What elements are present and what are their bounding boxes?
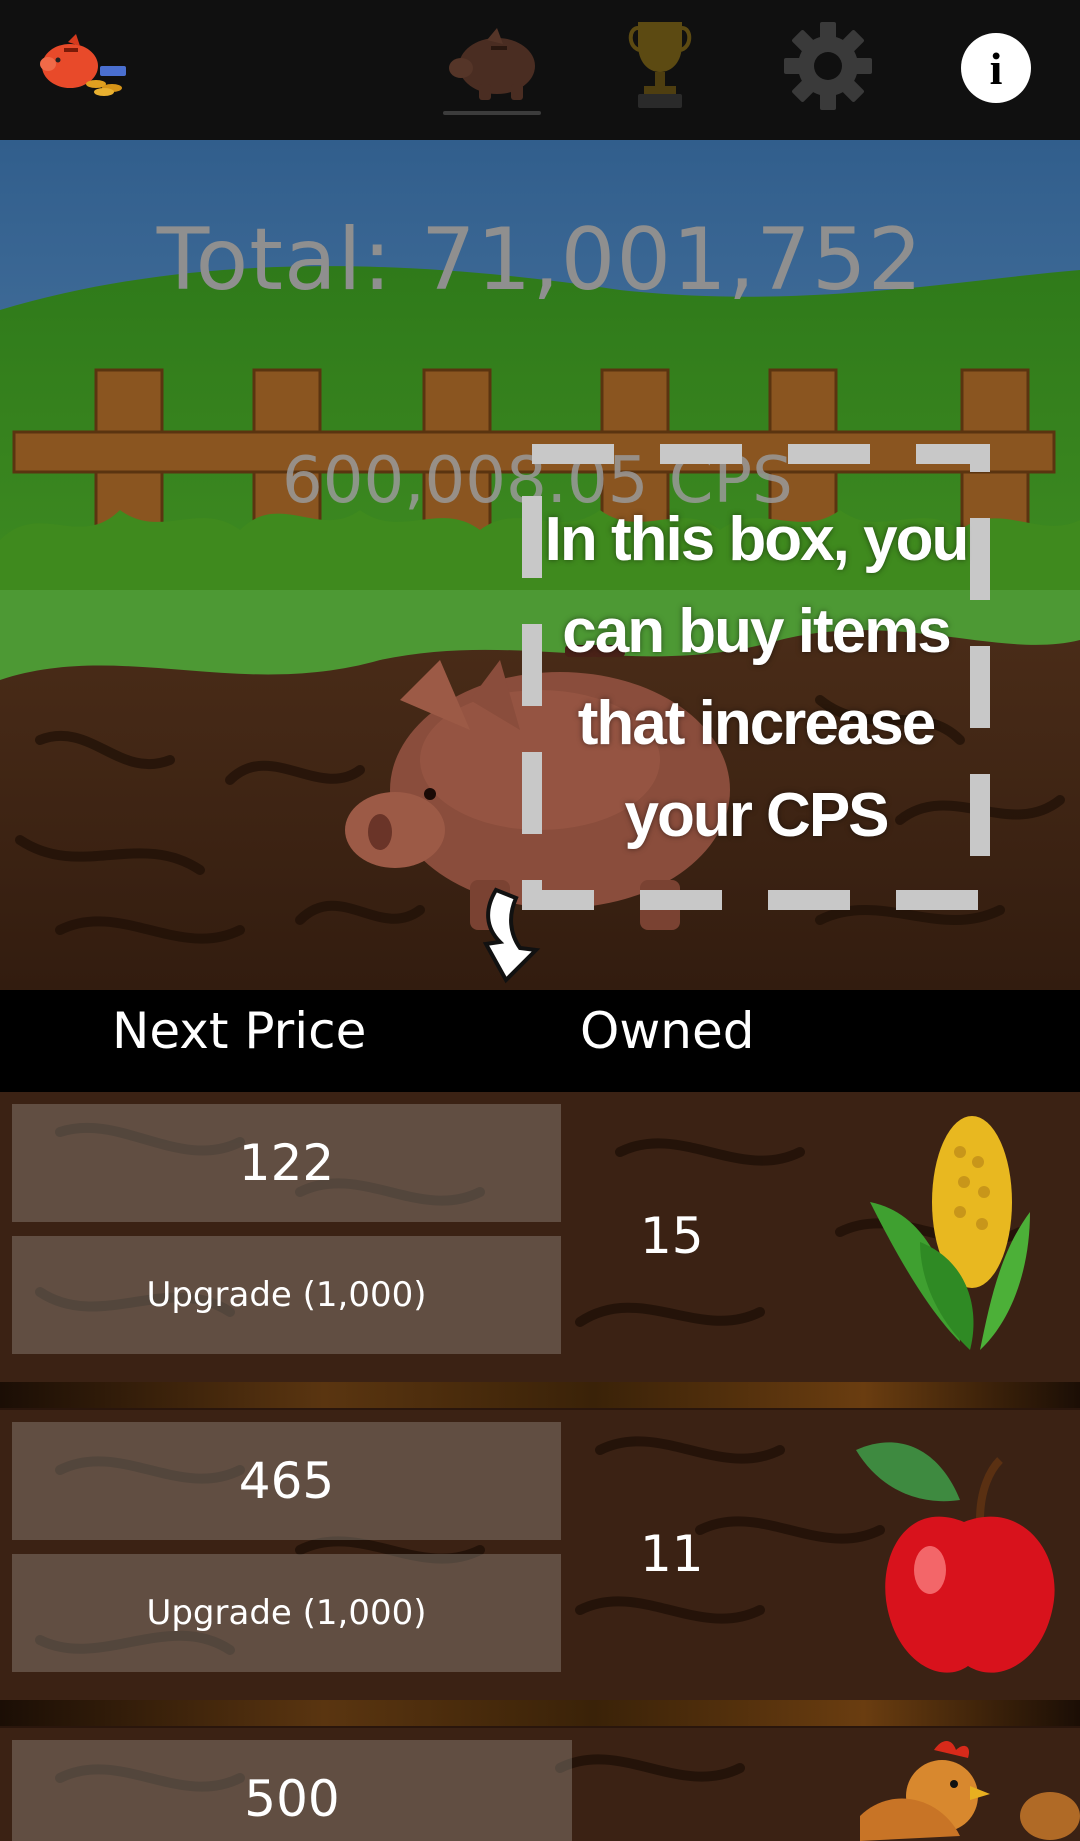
tutorial-line: In this box, you xyxy=(544,505,970,574)
apple-icon xyxy=(850,1430,1070,1684)
upgrade-corn-button[interactable]: Upgrade (1,000) xyxy=(12,1236,561,1354)
tutorial-callout: In this box, you can buy items that incr… xyxy=(520,442,992,912)
gear-icon[interactable] xyxy=(782,20,874,116)
tutorial-line: your CPS xyxy=(624,781,889,850)
corn-icon xyxy=(860,1112,1030,1356)
tutorial-text: In this box, you can buy items that incr… xyxy=(520,494,992,862)
shop-item-row: 465 Upgrade (1,000) 11 xyxy=(0,1410,1080,1700)
top-bar: i xyxy=(0,0,1080,140)
active-tab-indicator xyxy=(443,111,541,115)
farm-scene[interactable]: Total: 71,001,752 600,008.05 CPS In this… xyxy=(0,140,1080,990)
upgrade-apple-button[interactable]: Upgrade (1,000) xyxy=(12,1554,561,1672)
info-icon[interactable]: i xyxy=(960,32,1032,108)
row-divider xyxy=(0,1700,1080,1726)
buy-corn-button[interactable]: 122 xyxy=(12,1104,561,1222)
corn-owned-count: 15 xyxy=(640,1207,704,1265)
tutorial-line: can buy items xyxy=(562,597,951,666)
shop-item-row: 122 Upgrade (1,000) 15 xyxy=(0,1092,1080,1382)
trophy-icon[interactable] xyxy=(628,18,692,116)
piggy-bank-tab-icon[interactable] xyxy=(443,26,543,108)
buy-chicken-button[interactable]: 500 xyxy=(12,1740,572,1841)
chicken-icon xyxy=(830,1736,1080,1841)
next-price-header: Next Price xyxy=(112,1002,367,1060)
shop-item-row: 500 xyxy=(0,1728,1080,1841)
shop-list-header: Next Price Owned xyxy=(0,990,1080,1092)
total-counter: Total: 71,001,752 xyxy=(156,210,924,310)
piggy-bank-logo-icon xyxy=(34,30,134,104)
row-divider xyxy=(0,1382,1080,1408)
buy-apple-button[interactable]: 465 xyxy=(12,1422,561,1540)
info-glyph: i xyxy=(990,43,1003,94)
apple-owned-count: 11 xyxy=(640,1525,704,1583)
tutorial-line: that increase xyxy=(577,689,937,758)
owned-header: Owned xyxy=(580,1002,755,1060)
